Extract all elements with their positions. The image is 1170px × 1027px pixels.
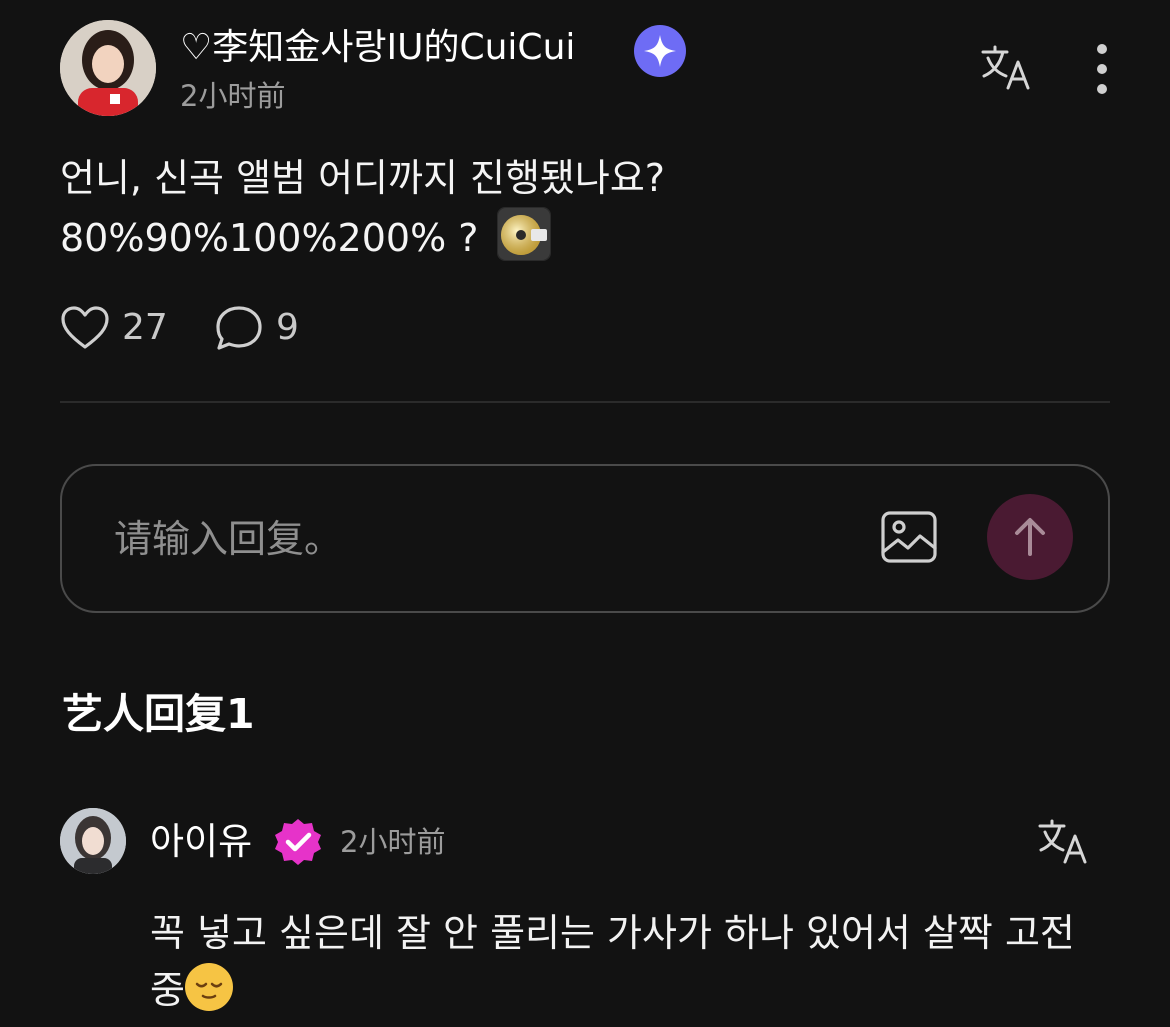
post-timestamp: 2小时前 bbox=[180, 79, 286, 113]
author-avatar[interactable] bbox=[60, 20, 156, 116]
post-text-line-2: 80%90%100%200% ? bbox=[60, 207, 665, 267]
like-button[interactable]: 27 bbox=[60, 302, 168, 354]
reply-input[interactable] bbox=[112, 506, 846, 572]
arrow-up-icon bbox=[1015, 518, 1045, 556]
image-icon[interactable] bbox=[880, 510, 938, 564]
artist-reply-timestamp: 2小时前 bbox=[340, 825, 446, 859]
divider bbox=[60, 401, 1110, 403]
translate-icon[interactable] bbox=[980, 44, 1032, 92]
cd-emoji-icon bbox=[496, 207, 551, 261]
artist-reply-text-content: 꼭 넣고 싶은데 잘 안 풀리는 가사가 하나 있어서 살짝 고전 중 bbox=[150, 911, 1075, 1012]
reply-composer bbox=[60, 464, 1110, 613]
artist-name[interactable]: 아이유 bbox=[150, 816, 252, 868]
artist-replies-title: 艺人回复1 bbox=[62, 690, 255, 738]
verified-check-icon bbox=[273, 817, 323, 867]
heart-icon bbox=[61, 306, 109, 349]
post-content: 언니, 신곡 앨범 어디까지 진행됐나요? 80%90%100%200% ? bbox=[60, 150, 665, 267]
comment-count: 9 bbox=[276, 307, 299, 348]
comment-bubble-icon bbox=[216, 306, 262, 350]
post-text-line-2-text: 80%90%100%200% ? bbox=[60, 216, 491, 260]
translate-icon[interactable] bbox=[1037, 818, 1089, 866]
like-count: 27 bbox=[122, 307, 168, 348]
artist-reply-text: 꼭 넣고 싶은데 잘 안 풀리는 가사가 하나 있어서 살짝 고전 중 bbox=[150, 905, 1110, 1019]
author-name[interactable]: ♡李知金사랑IU的CuiCui bbox=[180, 24, 575, 72]
artist-avatar[interactable] bbox=[60, 808, 126, 874]
more-vertical-icon[interactable] bbox=[1088, 44, 1116, 94]
comment-button[interactable]: 9 bbox=[214, 302, 299, 354]
send-button[interactable] bbox=[987, 494, 1073, 580]
post-text-line-1: 언니, 신곡 앨범 어디까지 진행됐나요? bbox=[60, 156, 665, 200]
sparkle-verified-icon bbox=[634, 25, 686, 77]
relieved-face-emoji-icon bbox=[184, 963, 233, 1011]
